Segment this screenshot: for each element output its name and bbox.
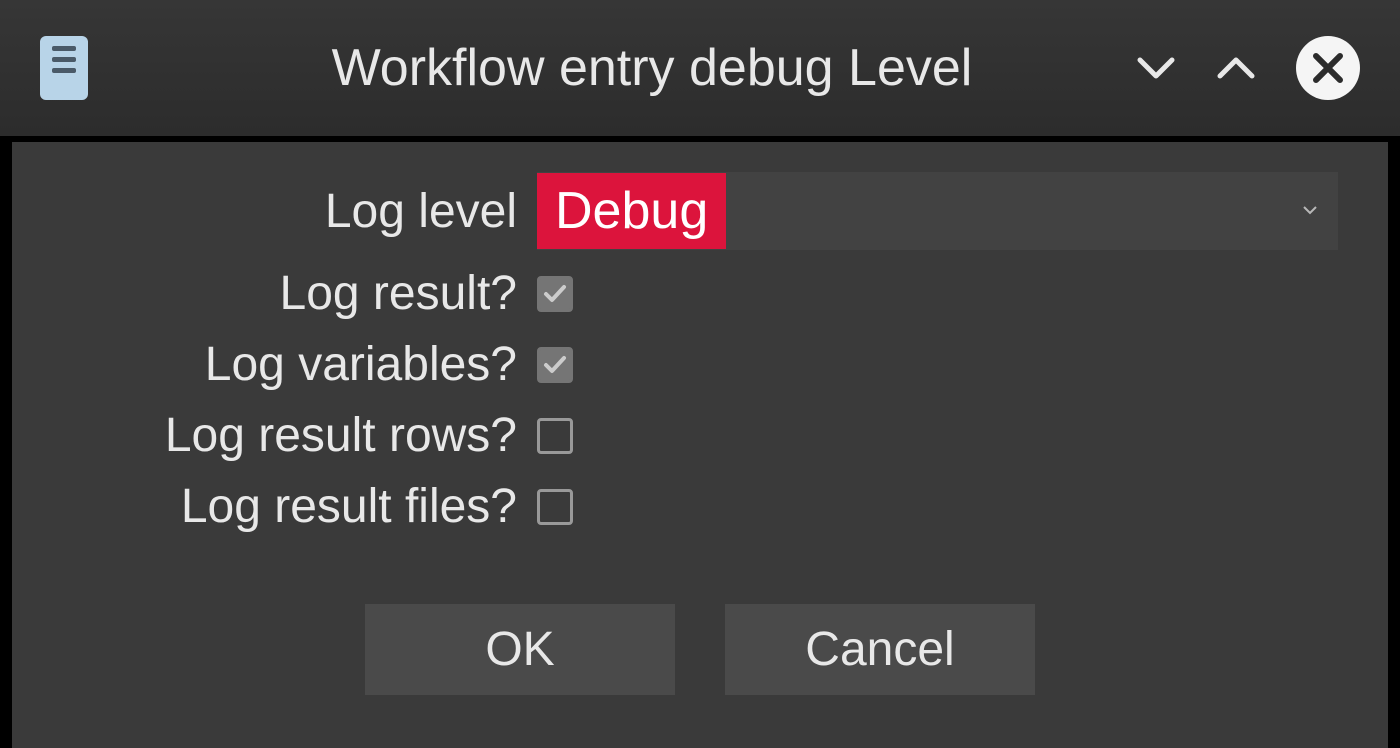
log-result-rows-row: Log result rows? bbox=[62, 408, 1338, 463]
chevron-down-icon[interactable] bbox=[1136, 48, 1176, 88]
log-level-label: Log level bbox=[62, 184, 537, 239]
log-level-value: Debug bbox=[537, 173, 726, 249]
log-result-files-label: Log result files? bbox=[62, 479, 537, 534]
check-icon bbox=[542, 281, 568, 307]
close-button[interactable] bbox=[1296, 36, 1360, 100]
log-result-rows-label: Log result rows? bbox=[62, 408, 537, 463]
log-result-rows-checkbox[interactable] bbox=[537, 418, 573, 454]
log-variables-row: Log variables? bbox=[62, 337, 1338, 392]
dialog-body: Log level Debug Log result? Log variable… bbox=[12, 142, 1388, 748]
log-result-files-checkbox[interactable] bbox=[537, 489, 573, 525]
log-level-select[interactable]: Debug bbox=[537, 172, 1338, 250]
log-level-row: Log level Debug bbox=[62, 172, 1338, 250]
app-icon bbox=[40, 36, 88, 100]
log-variables-label: Log variables? bbox=[62, 337, 537, 392]
cancel-button[interactable]: Cancel bbox=[725, 604, 1035, 695]
log-result-label: Log result? bbox=[62, 266, 537, 321]
button-row: OK Cancel bbox=[62, 604, 1338, 695]
chevron-up-icon[interactable] bbox=[1216, 48, 1256, 88]
titlebar: Workflow entry debug Level bbox=[0, 0, 1400, 136]
dropdown-arrow-icon bbox=[1302, 202, 1318, 220]
window-controls bbox=[1136, 36, 1360, 100]
ok-button[interactable]: OK bbox=[365, 604, 675, 695]
close-icon bbox=[1310, 50, 1346, 86]
check-icon bbox=[542, 352, 568, 378]
log-result-row: Log result? bbox=[62, 266, 1338, 321]
log-result-checkbox[interactable] bbox=[537, 276, 573, 312]
log-variables-checkbox[interactable] bbox=[537, 347, 573, 383]
log-result-files-row: Log result files? bbox=[62, 479, 1338, 534]
window-title: Workflow entry debug Level bbox=[198, 38, 1106, 98]
